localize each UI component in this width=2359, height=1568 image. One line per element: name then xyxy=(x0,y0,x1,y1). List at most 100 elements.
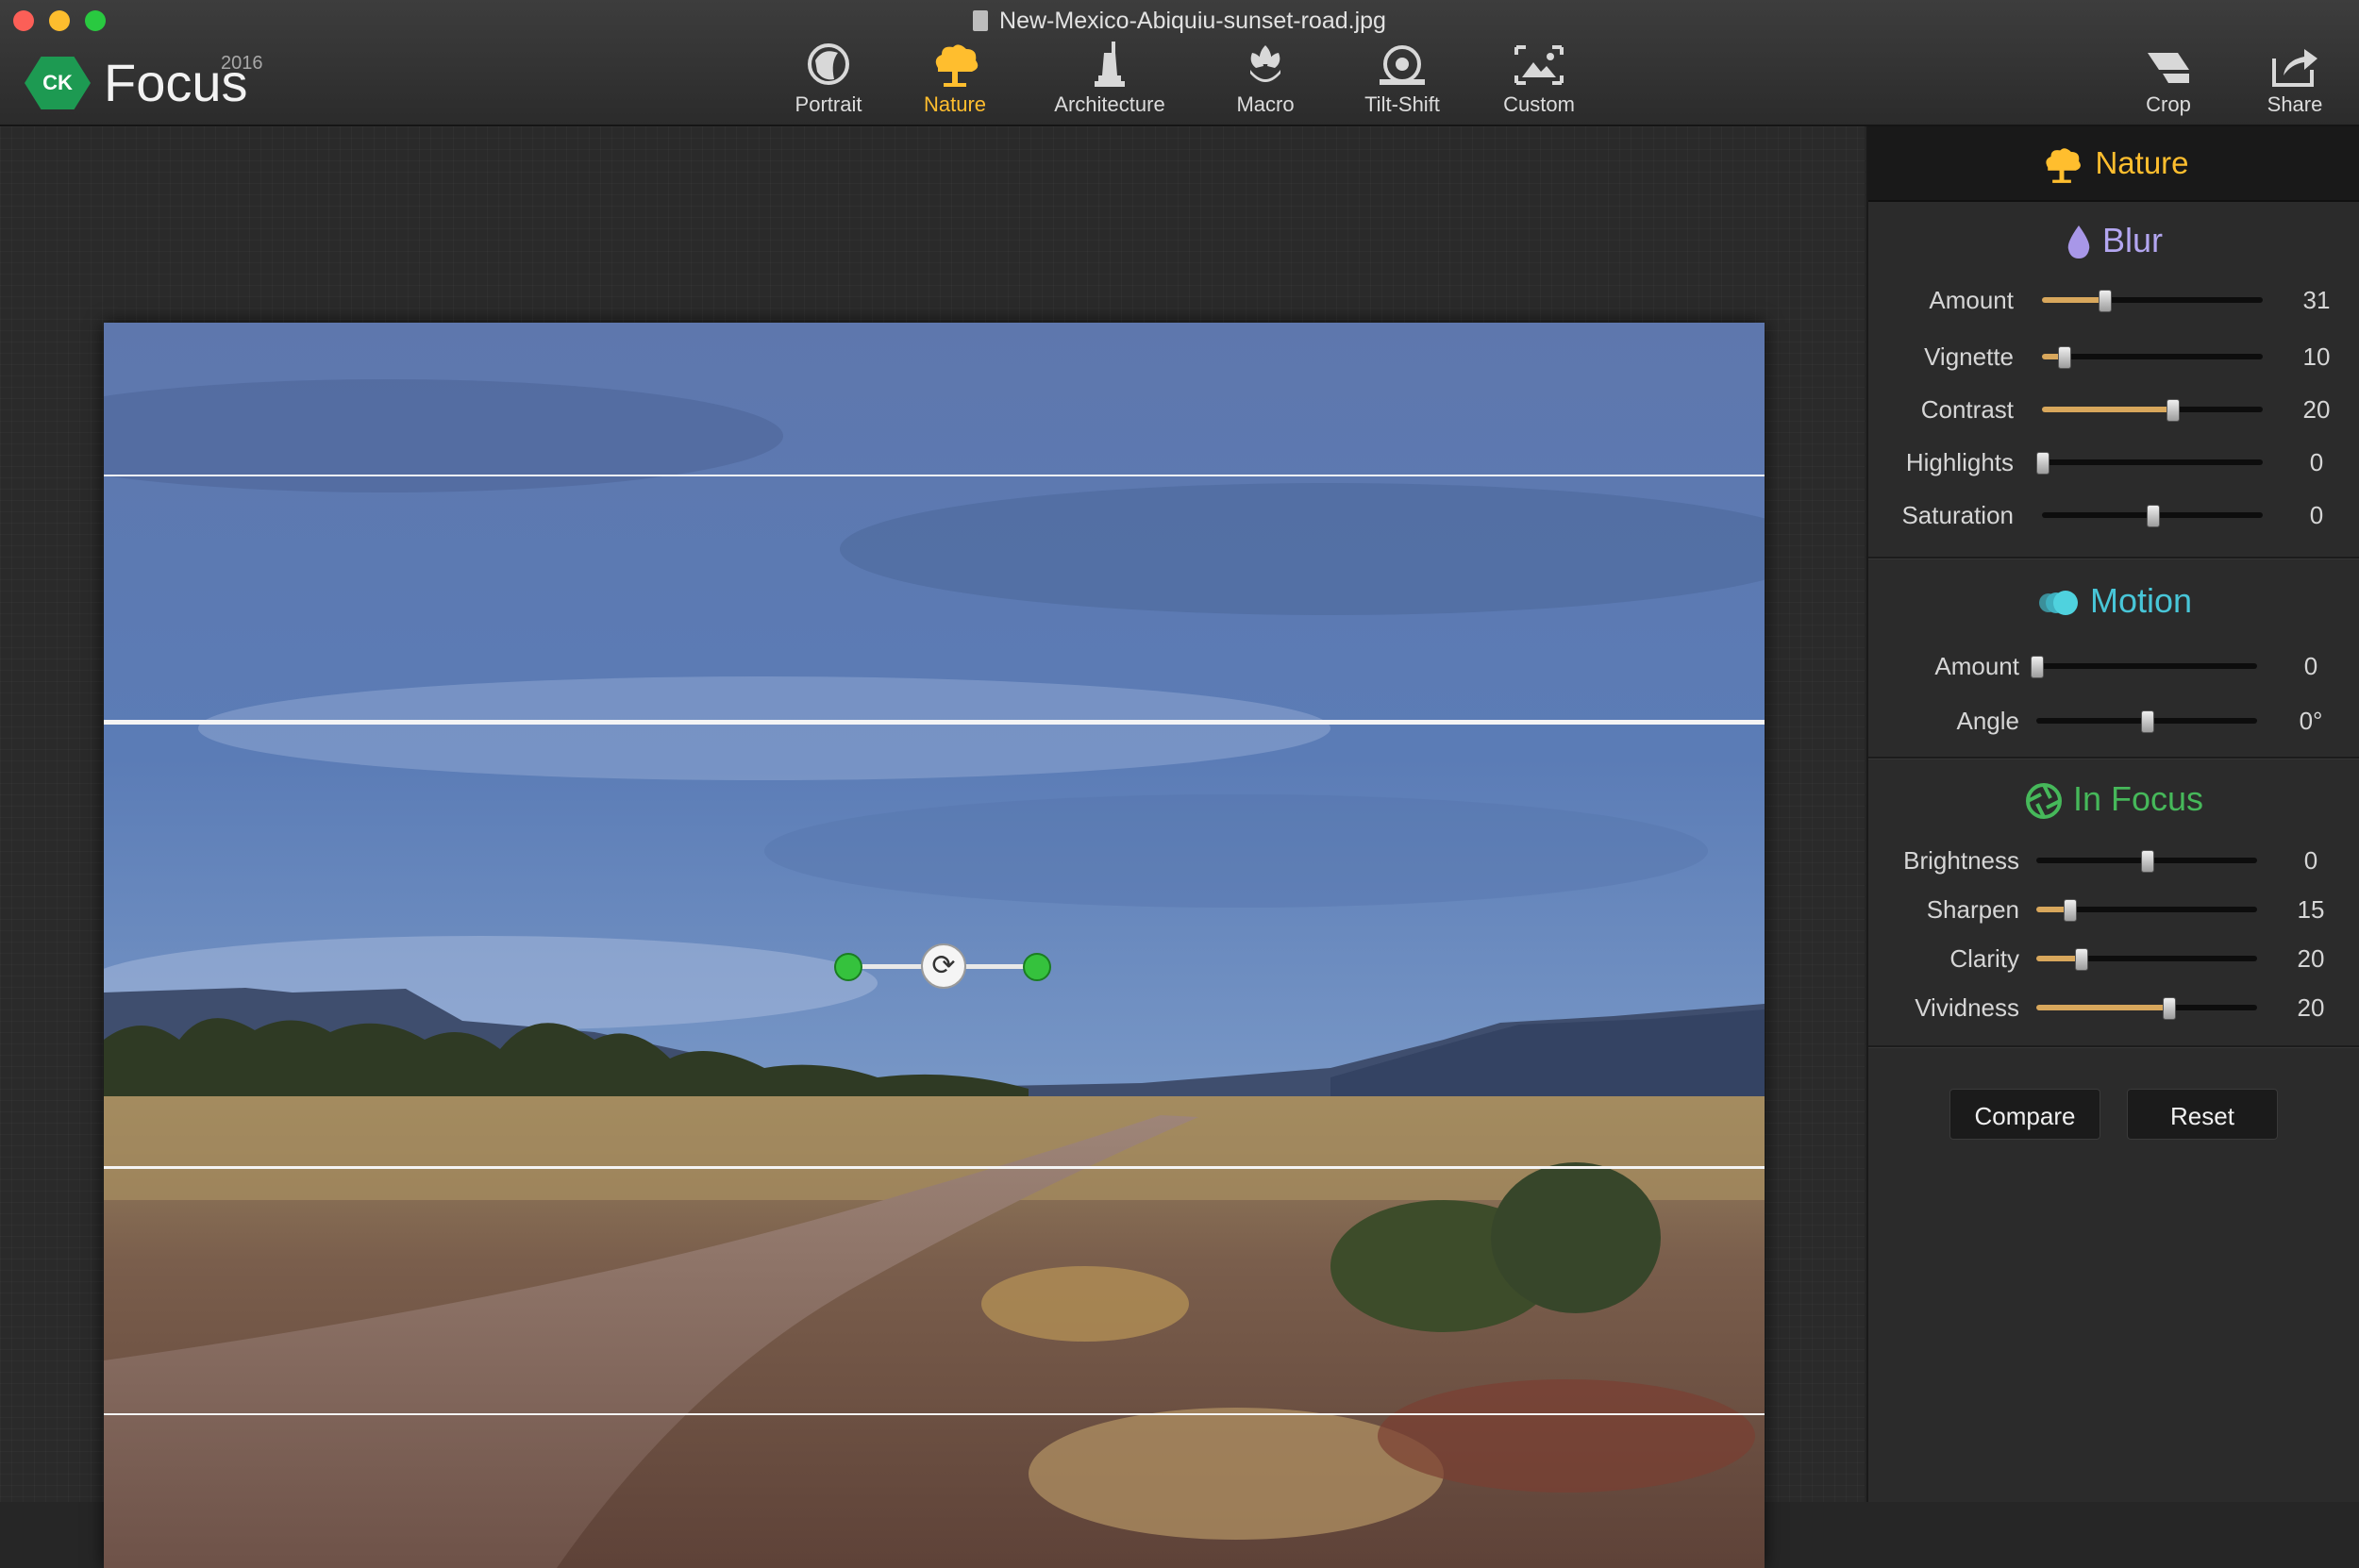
reset-button[interactable]: Reset xyxy=(2127,1089,2278,1140)
slider-row-clarity: Clarity 20 xyxy=(1868,940,2359,977)
share-button[interactable]: Share xyxy=(2265,42,2325,123)
handle-right-knob[interactable] xyxy=(1023,953,1051,981)
tree-icon xyxy=(935,44,979,87)
slider-thumb[interactable] xyxy=(2141,850,2154,873)
mode-portrait-button[interactable]: Portrait xyxy=(778,42,879,123)
slider-clarity[interactable] xyxy=(2036,948,2257,971)
section-label: Blur xyxy=(2101,221,2164,259)
ck-badge-icon: CK xyxy=(25,57,91,109)
mode-label: Architecture xyxy=(1054,92,1165,116)
focus-band-top-guide[interactable] xyxy=(104,720,1765,725)
slider-thumb[interactable] xyxy=(2064,899,2078,922)
mode-custom-button[interactable]: Custom xyxy=(1500,42,1578,123)
panel-header: Nature xyxy=(1868,126,2359,202)
rotate-icon[interactable]: ⟳ xyxy=(921,943,966,989)
window-title: New-Mexico-Abiquiu-sunset-road.jpg xyxy=(0,2,2359,40)
slider-value: 20 xyxy=(2297,993,2325,1022)
slider-value: 0 xyxy=(2303,652,2318,680)
slider-amount[interactable] xyxy=(2031,656,2257,678)
slider-fill xyxy=(2042,407,2173,412)
slider-value: 31 xyxy=(2302,286,2331,314)
slider-label: Vividness xyxy=(1915,993,2019,1022)
motion-section-title: Motion xyxy=(1868,581,2359,621)
mode-label: Nature xyxy=(923,92,987,116)
slider-label: Contrast xyxy=(1920,395,2014,424)
adjustments-panel: Nature Blur Amount 31 Vignette 10 Contrast 20… xyxy=(1866,126,2359,1502)
slider-contrast[interactable] xyxy=(2042,399,2263,422)
slider-value: 0 xyxy=(2309,448,2324,476)
drop-icon xyxy=(2067,225,2090,259)
slider-row-brightness: Brightness 0 xyxy=(1868,842,2359,879)
compare-button[interactable]: Compare xyxy=(1949,1089,2100,1140)
slider-value: 0 xyxy=(2303,846,2318,875)
slider-row-sharpen: Sharpen 15 xyxy=(1868,891,2359,928)
slider-thumb[interactable] xyxy=(2141,710,2154,733)
section-divider xyxy=(1868,1045,2359,1048)
slider-vividness[interactable] xyxy=(2036,997,2257,1020)
slider-row-angle: Angle 0° xyxy=(1868,702,2359,740)
mode-nature-button[interactable]: Nature xyxy=(915,42,995,123)
app-year: 2016 xyxy=(221,53,263,74)
handle-left-knob[interactable] xyxy=(834,953,862,981)
slider-thumb[interactable] xyxy=(2074,948,2088,971)
tilt-shift-icon xyxy=(1380,45,1425,85)
slider-amount[interactable] xyxy=(2042,290,2263,312)
mode-label: Custom xyxy=(1503,92,1575,116)
document-icon xyxy=(973,10,989,31)
section-label: Motion xyxy=(2089,581,2193,620)
slider-fill xyxy=(2036,956,2081,961)
mode-label: Tilt-Shift xyxy=(1364,92,1440,116)
slider-thumb[interactable] xyxy=(2163,997,2177,1020)
slider-value: 0 xyxy=(2309,501,2324,529)
slider-value: 10 xyxy=(2302,342,2331,371)
slider-saturation[interactable] xyxy=(2042,505,2263,527)
slider-vignette[interactable] xyxy=(2042,346,2263,369)
focus-band-bottom-guide[interactable] xyxy=(104,1166,1765,1169)
mode-tilt-shift-button[interactable]: Tilt-Shift xyxy=(1359,42,1446,123)
slider-value: 20 xyxy=(2302,395,2331,424)
photo-preview[interactable]: ⟳ xyxy=(104,323,1765,1568)
section-label: In Focus xyxy=(2072,779,2204,818)
focus-control-handle[interactable]: ⟳ xyxy=(834,943,1051,991)
file-name: New-Mexico-Abiquiu-sunset-road.jpg xyxy=(999,8,1386,34)
slider-thumb[interactable] xyxy=(2058,346,2072,369)
slider-label: Brightness xyxy=(1903,846,2019,875)
slider-value: 0° xyxy=(2299,707,2323,735)
aperture-icon xyxy=(2025,783,2062,820)
slider-label: Amount xyxy=(1929,286,2014,314)
mode-label: Macro xyxy=(1236,92,1295,116)
section-divider xyxy=(1868,557,2359,559)
mode-architecture-button[interactable]: Architecture xyxy=(1047,42,1172,123)
slider-row-amount: Amount 0 xyxy=(1868,647,2359,685)
custom-frame-icon xyxy=(1514,45,1564,85)
outer-blur-guide-top[interactable] xyxy=(104,475,1765,476)
slider-label: Sharpen xyxy=(1926,895,2019,924)
slider-sharpen[interactable] xyxy=(2036,899,2257,922)
slider-row-saturation: Saturation 0 xyxy=(1868,496,2359,534)
crop-button[interactable]: Crop xyxy=(2140,42,2197,123)
slider-thumb[interactable] xyxy=(2036,452,2049,475)
tree-icon xyxy=(2046,148,2082,184)
slider-row-amount: Amount 31 xyxy=(1868,281,2359,319)
slider-brightness[interactable] xyxy=(2036,850,2257,873)
slider-thumb[interactable] xyxy=(2098,290,2112,312)
slider-thumb[interactable] xyxy=(2167,399,2181,422)
slider-highlights[interactable] xyxy=(2036,452,2263,475)
flower-icon xyxy=(1250,45,1280,82)
slider-angle[interactable] xyxy=(2036,710,2257,733)
slider-thumb[interactable] xyxy=(2147,505,2160,527)
mode-macro-button[interactable]: Macro xyxy=(1232,42,1298,123)
slider-value: 20 xyxy=(2297,944,2325,973)
section-divider xyxy=(1868,757,2359,759)
share-icon xyxy=(2272,49,2317,87)
panel-title: Nature xyxy=(2095,145,2189,180)
slider-fill xyxy=(2042,297,2104,303)
slider-row-vividness: Vividness 20 xyxy=(1868,989,2359,1026)
slider-thumb[interactable] xyxy=(2031,656,2044,678)
mode-label: Portrait xyxy=(795,92,862,116)
crop-icon xyxy=(2148,53,2189,83)
slider-row-contrast: Contrast 20 xyxy=(1868,391,2359,428)
slider-label: Clarity xyxy=(1949,944,2019,973)
slider-fill xyxy=(2036,1005,2169,1010)
outer-blur-guide-bottom[interactable] xyxy=(104,1413,1765,1415)
